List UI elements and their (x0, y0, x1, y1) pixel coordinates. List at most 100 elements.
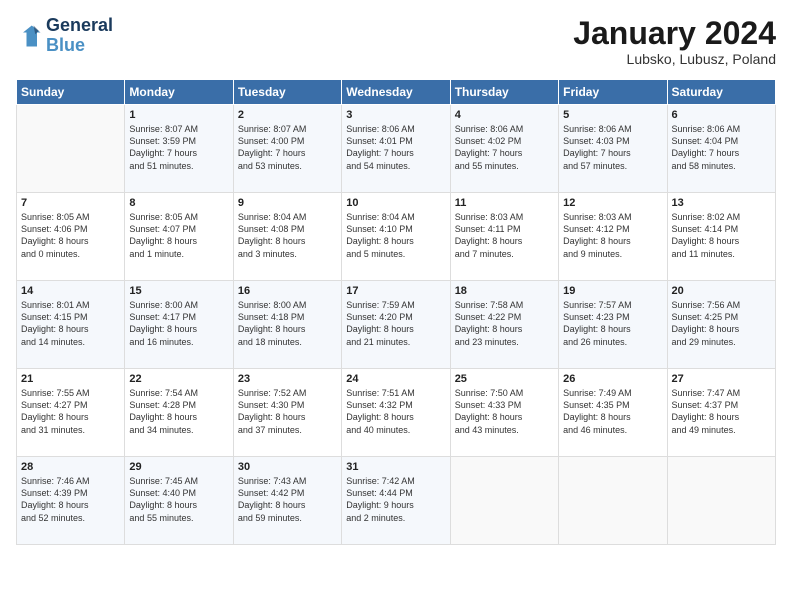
calendar-cell: 16 Sunrise: 8:00 AMSunset: 4:18 PMDayligh… (233, 281, 341, 369)
day-info: Sunrise: 8:00 AMSunset: 4:18 PMDaylight:… (238, 299, 337, 348)
day-number: 26 (563, 373, 662, 385)
calendar-cell: 14 Sunrise: 8:01 AMSunset: 4:15 PMDayligh… (17, 281, 125, 369)
day-info: Sunrise: 7:47 AMSunset: 4:37 PMDaylight:… (672, 387, 771, 436)
calendar-cell: 10Sunrise: 8:04 AMSunset: 4:10 PMDayligh… (342, 193, 450, 281)
day-info: Sunrise: 7:50 AMSunset: 4:33 PMDaylight:… (455, 387, 554, 436)
header-wednesday: Wednesday (342, 80, 450, 105)
calendar-cell: 31 Sunrise: 7:42 AMSunset: 4:44 PMDayligh… (342, 457, 450, 545)
calendar-cell (667, 457, 775, 545)
title-block: January 2024 Lubsko, Lubusz, Poland (573, 16, 776, 67)
calendar-week-1: 1Sunrise: 8:07 AMSunset: 3:59 PMDaylight… (17, 105, 776, 193)
day-number: 2 (238, 109, 337, 121)
day-info: Sunrise: 7:54 AMSunset: 4:28 PMDaylight:… (129, 387, 228, 436)
day-info: Sunrise: 8:03 AMSunset: 4:12 PMDaylight:… (563, 211, 662, 260)
day-info: Sunrise: 7:58 AMSunset: 4:22 PMDaylight:… (455, 299, 554, 348)
calendar-cell: 15 Sunrise: 8:00 AMSunset: 4:17 PMDayligh… (125, 281, 233, 369)
header-tuesday: Tuesday (233, 80, 341, 105)
day-number: 15 (129, 285, 228, 297)
day-number: 1 (129, 109, 228, 121)
day-info: Sunrise: 7:55 AMSunset: 4:27 PMDaylight:… (21, 387, 120, 436)
calendar-cell: 13Sunrise: 8:02 AMSunset: 4:14 PMDayligh… (667, 193, 775, 281)
day-number: 6 (672, 109, 771, 121)
calendar-cell: 12Sunrise: 8:03 AMSunset: 4:12 PMDayligh… (559, 193, 667, 281)
calendar-cell: 28 Sunrise: 7:46 AMSunset: 4:39 PMDayligh… (17, 457, 125, 545)
calendar-week-5: 28 Sunrise: 7:46 AMSunset: 4:39 PMDayligh… (17, 457, 776, 545)
day-number: 11 (455, 197, 554, 209)
calendar-cell: 27 Sunrise: 7:47 AMSunset: 4:37 PMDayligh… (667, 369, 775, 457)
calendar-cell (17, 105, 125, 193)
header-monday: Monday (125, 80, 233, 105)
day-number: 28 (21, 461, 120, 473)
header-saturday: Saturday (667, 80, 775, 105)
day-number: 17 (346, 285, 445, 297)
day-info: Sunrise: 7:51 AMSunset: 4:32 PMDaylight:… (346, 387, 445, 436)
day-number: 9 (238, 197, 337, 209)
calendar-cell: 7Sunrise: 8:05 AMSunset: 4:06 PMDaylight… (17, 193, 125, 281)
day-number: 20 (672, 285, 771, 297)
calendar-cell: 29 Sunrise: 7:45 AMSunset: 4:40 PMDayligh… (125, 457, 233, 545)
calendar-cell: 17 Sunrise: 7:59 AMSunset: 4:20 PMDayligh… (342, 281, 450, 369)
day-number: 19 (563, 285, 662, 297)
day-info: Sunrise: 7:43 AMSunset: 4:42 PMDaylight:… (238, 475, 337, 524)
day-info: Sunrise: 7:52 AMSunset: 4:30 PMDaylight:… (238, 387, 337, 436)
day-info: Sunrise: 8:06 AMSunset: 4:04 PMDaylight:… (672, 123, 771, 172)
calendar-cell: 2 Sunrise: 8:07 AMSunset: 4:00 PMDaylight… (233, 105, 341, 193)
day-number: 16 (238, 285, 337, 297)
day-info: Sunrise: 8:04 AMSunset: 4:10 PMDaylight:… (346, 211, 445, 260)
calendar-table: Sunday Monday Tuesday Wednesday Thursday… (16, 79, 776, 545)
day-info: Sunrise: 8:06 AMSunset: 4:02 PMDaylight:… (455, 123, 554, 172)
day-info: Sunrise: 7:59 AMSunset: 4:20 PMDaylight:… (346, 299, 445, 348)
logo-icon (16, 22, 44, 50)
calendar-cell: 18Sunrise: 7:58 AMSunset: 4:22 PMDayligh… (450, 281, 558, 369)
calendar-cell: 19Sunrise: 7:57 AMSunset: 4:23 PMDayligh… (559, 281, 667, 369)
calendar-cell: 21Sunrise: 7:55 AMSunset: 4:27 PMDayligh… (17, 369, 125, 457)
day-number: 25 (455, 373, 554, 385)
day-info: Sunrise: 7:42 AMSunset: 4:44 PMDaylight:… (346, 475, 445, 524)
calendar-cell: 23 Sunrise: 7:52 AMSunset: 4:30 PMDayligh… (233, 369, 341, 457)
day-info: Sunrise: 7:46 AMSunset: 4:39 PMDaylight:… (21, 475, 120, 524)
day-number: 3 (346, 109, 445, 121)
header-friday: Friday (559, 80, 667, 105)
logo: GeneralBlue (16, 16, 113, 56)
logo-text: GeneralBlue (46, 16, 113, 56)
header-thursday: Thursday (450, 80, 558, 105)
logo-line1: GeneralBlue (46, 16, 113, 56)
day-info: Sunrise: 8:06 AMSunset: 4:03 PMDaylight:… (563, 123, 662, 172)
day-info: Sunrise: 8:05 AMSunset: 4:07 PMDaylight:… (129, 211, 228, 260)
day-number: 23 (238, 373, 337, 385)
day-info: Sunrise: 7:49 AMSunset: 4:35 PMDaylight:… (563, 387, 662, 436)
day-number: 8 (129, 197, 228, 209)
calendar-cell: 1Sunrise: 8:07 AMSunset: 3:59 PMDaylight… (125, 105, 233, 193)
calendar-cell (450, 457, 558, 545)
day-number: 13 (672, 197, 771, 209)
day-number: 22 (129, 373, 228, 385)
header-sunday: Sunday (17, 80, 125, 105)
day-number: 27 (672, 373, 771, 385)
day-info: Sunrise: 8:07 AMSunset: 4:00 PMDaylight:… (238, 123, 337, 172)
day-info: Sunrise: 7:45 AMSunset: 4:40 PMDaylight:… (129, 475, 228, 524)
calendar-cell: 30Sunrise: 7:43 AMSunset: 4:42 PMDayligh… (233, 457, 341, 545)
logo-line2: Blue (46, 35, 85, 55)
day-number: 29 (129, 461, 228, 473)
calendar-cell: 4 Sunrise: 8:06 AMSunset: 4:02 PMDaylight… (450, 105, 558, 193)
calendar-cell: 6 Sunrise: 8:06 AMSunset: 4:04 PMDaylight… (667, 105, 775, 193)
day-number: 24 (346, 373, 445, 385)
calendar-cell (559, 457, 667, 545)
day-info: Sunrise: 8:00 AMSunset: 4:17 PMDaylight:… (129, 299, 228, 348)
day-info: Sunrise: 8:01 AMSunset: 4:15 PMDaylight:… (21, 299, 120, 348)
day-number: 5 (563, 109, 662, 121)
day-number: 4 (455, 109, 554, 121)
day-info: Sunrise: 8:06 AMSunset: 4:01 PMDaylight:… (346, 123, 445, 172)
day-number: 14 (21, 285, 120, 297)
calendar-cell: 24 Sunrise: 7:51 AMSunset: 4:32 PMDayligh… (342, 369, 450, 457)
day-number: 31 (346, 461, 445, 473)
day-info: Sunrise: 7:56 AMSunset: 4:25 PMDaylight:… (672, 299, 771, 348)
calendar-cell: 20 Sunrise: 7:56 AMSunset: 4:25 PMDayligh… (667, 281, 775, 369)
day-info: Sunrise: 8:03 AMSunset: 4:11 PMDaylight:… (455, 211, 554, 260)
page-container: GeneralBlue January 2024 Lubsko, Lubusz,… (0, 0, 792, 553)
day-number: 7 (21, 197, 120, 209)
calendar-cell: 25 Sunrise: 7:50 AMSunset: 4:33 PMDayligh… (450, 369, 558, 457)
calendar-body: 1Sunrise: 8:07 AMSunset: 3:59 PMDaylight… (17, 105, 776, 545)
weekday-row: Sunday Monday Tuesday Wednesday Thursday… (17, 80, 776, 105)
calendar-cell: 26 Sunrise: 7:49 AMSunset: 4:35 PMDayligh… (559, 369, 667, 457)
